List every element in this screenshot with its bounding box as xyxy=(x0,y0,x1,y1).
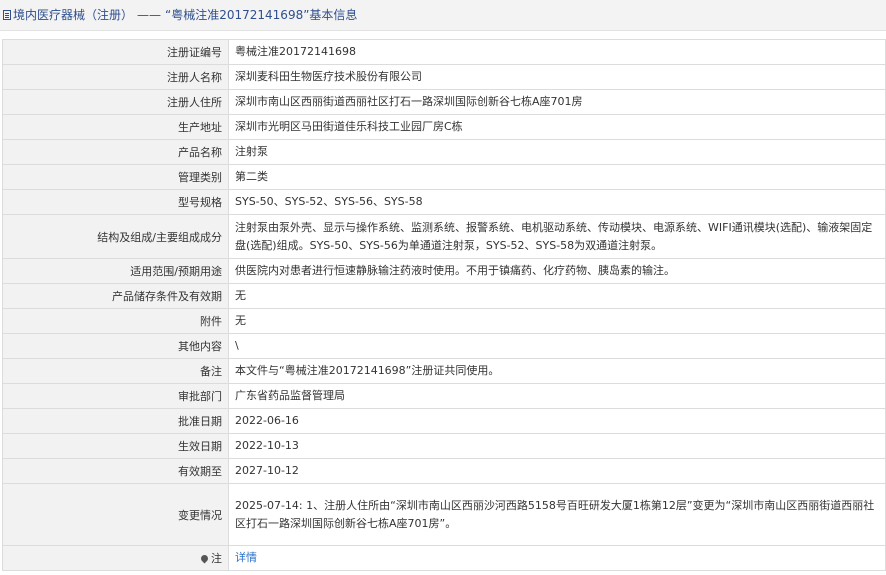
row-label: 生产地址 xyxy=(2,114,229,140)
table-row: 产品名称 注射泵 xyxy=(2,139,886,165)
row-label: 产品名称 xyxy=(2,139,229,165)
row-value: 2022-06-16 xyxy=(228,408,886,434)
table-row: 管理类别 第二类 xyxy=(2,164,886,190)
details-link[interactable]: 详情 xyxy=(235,551,257,564)
document-icon xyxy=(3,10,11,20)
table-row: 结构及组成/主要组成成分 注射泵由泵外壳、显示与操作系统、监测系统、报警系统、电机… xyxy=(2,214,886,259)
row-value: 广东省药品监督管理局 xyxy=(228,383,886,409)
row-value: 2027-10-12 xyxy=(228,458,886,484)
row-label: 型号规格 xyxy=(2,189,229,215)
row-label: 管理类别 xyxy=(2,164,229,190)
table-row: 其他内容 \ xyxy=(2,333,886,359)
info-table-wrapper: 注册证编号 粤械注准20172141698 注册人名称 深圳麦科田生物医疗技术股份有限… xyxy=(0,31,886,571)
table-row: 适用范围/预期用途 供医院内对患者进行恒速静脉输注药液时使用。不用于镇痛药、化疗药… xyxy=(2,258,886,284)
row-value: 供医院内对患者进行恒速静脉输注药液时使用。不用于镇痛药、化疗药物、胰岛素的输注。 xyxy=(228,258,886,284)
row-value: 深圳市光明区马田街道佳乐科技工业园厂房C栋 xyxy=(228,114,886,140)
row-label: 变更情况 xyxy=(2,483,229,546)
row-value: 无 xyxy=(228,283,886,309)
row-label: 批准日期 xyxy=(2,408,229,434)
table-row: 型号规格 SYS-50、SYS-52、SYS-56、SYS-58 xyxy=(2,189,886,215)
table-row: 生效日期 2022-10-13 xyxy=(2,433,886,459)
table-row: 注册人名称 深圳麦科田生物医疗技术股份有限公司 xyxy=(2,64,886,90)
row-value: 详情 xyxy=(228,545,886,571)
row-label: 注册人名称 xyxy=(2,64,229,90)
table-row: 批准日期 2022-06-16 xyxy=(2,408,886,434)
row-label: 备注 xyxy=(2,358,229,384)
table-row: 审批部门 广东省药品监督管理局 xyxy=(2,383,886,409)
row-value: 第二类 xyxy=(228,164,886,190)
row-value: \ xyxy=(228,333,886,359)
table-row: 生产地址 深圳市光明区马田街道佳乐科技工业园厂房C栋 xyxy=(2,114,886,140)
row-label: 有效期至 xyxy=(2,458,229,484)
row-value: 2025-07-14: 1、注册人住所由“深圳市南山区西丽沙河西路5158号百旺… xyxy=(228,483,886,546)
row-label: 审批部门 xyxy=(2,383,229,409)
row-label: 其他内容 xyxy=(2,333,229,359)
row-value: 注射泵由泵外壳、显示与操作系统、监测系统、报警系统、电机驱动系统、传动模块、电源… xyxy=(228,214,886,259)
row-value: 2022-10-13 xyxy=(228,433,886,459)
table-row-note: 注 详情 xyxy=(2,545,886,571)
row-label: 附件 xyxy=(2,308,229,334)
table-row: 变更情况 2025-07-14: 1、注册人住所由“深圳市南山区西丽沙河西路515… xyxy=(2,483,886,546)
row-label: 生效日期 xyxy=(2,433,229,459)
table-row: 注册证编号 粤械注准20172141698 xyxy=(2,39,886,65)
table-row: 注册人住所 深圳市南山区西丽街道西丽社区打石一路深圳国际创新谷七栋A座701房 xyxy=(2,89,886,115)
header-category: 境内医疗器械（注册） xyxy=(13,8,134,22)
row-label: 注册证编号 xyxy=(2,39,229,65)
row-value: SYS-50、SYS-52、SYS-56、SYS-58 xyxy=(228,189,886,215)
row-label: 产品储存条件及有效期 xyxy=(2,283,229,309)
row-label: 注 xyxy=(2,545,229,571)
row-value: 粤械注准20172141698 xyxy=(228,39,886,65)
row-label: 适用范围/预期用途 xyxy=(2,258,229,284)
page-header: 境内医疗器械（注册） —— “粤械注准20172141698”基本信息 xyxy=(0,0,886,31)
row-value: 深圳市南山区西丽街道西丽社区打石一路深圳国际创新谷七栋A座701房 xyxy=(228,89,886,115)
row-label: 结构及组成/主要组成成分 xyxy=(2,214,229,259)
table-row: 有效期至 2027-10-12 xyxy=(2,458,886,484)
row-label: 注册人住所 xyxy=(2,89,229,115)
row-value: 注射泵 xyxy=(228,139,886,165)
header-title: “粤械注准20172141698”基本信息 xyxy=(165,8,358,22)
note-label: 注 xyxy=(211,552,222,565)
table-row: 产品储存条件及有效期无 xyxy=(2,283,886,309)
table-row: 备注 本文件与“粤械注准20172141698”注册证共同使用。 xyxy=(2,358,886,384)
row-value: 本文件与“粤械注准20172141698”注册证共同使用。 xyxy=(228,358,886,384)
pin-icon xyxy=(199,553,210,564)
row-value: 无 xyxy=(228,308,886,334)
info-table: 注册证编号 粤械注准20172141698 注册人名称 深圳麦科田生物医疗技术股份有限… xyxy=(2,39,886,571)
header-separator: —— xyxy=(137,8,162,22)
table-row: 附件无 xyxy=(2,308,886,334)
row-value: 深圳麦科田生物医疗技术股份有限公司 xyxy=(228,64,886,90)
